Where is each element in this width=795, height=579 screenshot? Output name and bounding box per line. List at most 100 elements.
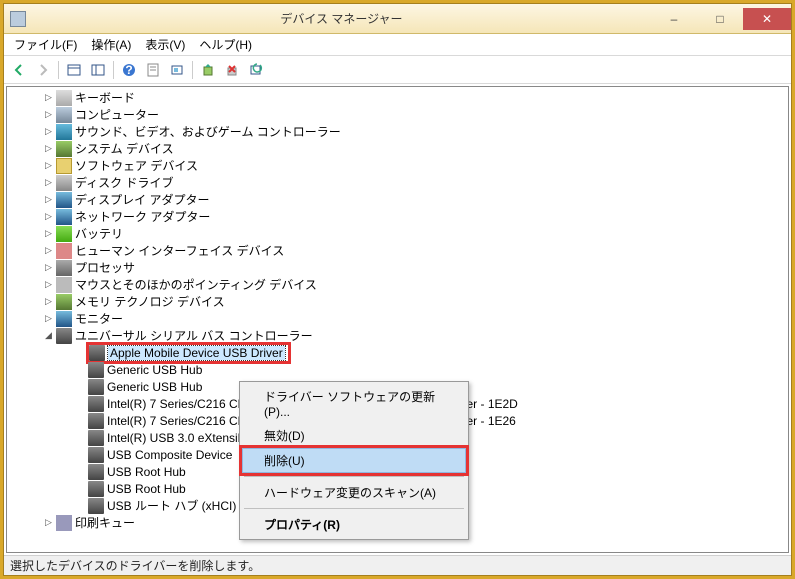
expand-icon[interactable]: ▷ <box>43 296 54 307</box>
tree-node[interactable]: ▷キーボード <box>7 89 788 106</box>
toolbar-scan-icon[interactable] <box>166 59 188 81</box>
tree-node[interactable]: ▷ バッテリ <box>7 225 788 242</box>
tree-node[interactable]: ▷ネットワーク アダプター <box>7 208 788 225</box>
no-expander <box>75 432 86 443</box>
expand-icon[interactable]: ▷ <box>43 262 54 273</box>
device-icon <box>88 430 104 446</box>
device-icon <box>56 158 72 174</box>
close-button[interactable]: ✕ <box>743 8 791 30</box>
context-update-driver[interactable]: ドライバー ソフトウェアの更新(P)... <box>242 384 466 423</box>
expand-icon[interactable]: ▷ <box>43 228 54 239</box>
device-icon <box>56 107 72 123</box>
device-icon <box>88 379 104 395</box>
tree-node-label: USB Root Hub <box>107 465 186 479</box>
tree-node[interactable]: ▷コンピューター <box>7 106 788 123</box>
expand-icon[interactable]: ▷ <box>43 126 54 137</box>
toolbar-detail-icon[interactable] <box>87 59 109 81</box>
tree-node[interactable]: ▷ システム デバイス <box>7 140 788 157</box>
tree-node-label: USB ルート ハブ (xHCI) <box>107 497 236 514</box>
context-delete[interactable]: 削除(U) <box>242 448 466 473</box>
maximize-button[interactable]: □ <box>697 8 743 30</box>
toolbar-separator <box>192 61 193 79</box>
tree-node-label: モニター <box>75 310 123 327</box>
tree-node-label: USB Root Hub <box>107 482 186 496</box>
tree-node-label: ユニバーサル シリアル バス コントローラー <box>75 327 313 344</box>
device-icon <box>56 277 72 293</box>
device-icon <box>56 209 72 225</box>
device-icon <box>56 90 72 106</box>
menu-help[interactable]: ヘルプ(H) <box>193 35 258 54</box>
tree-node-label: バッテリ <box>75 225 123 242</box>
expand-icon[interactable]: ▷ <box>43 160 54 171</box>
tree-node-label: 印刷キュー <box>75 514 135 531</box>
toolbar-back-icon[interactable] <box>8 59 30 81</box>
device-icon <box>88 413 104 429</box>
tree-node-label: メモリ テクノロジ デバイス <box>75 293 225 310</box>
titlebar: デバイス マネージャー – □ ✕ <box>4 4 791 34</box>
toolbar: ? <box>4 56 791 84</box>
tree-node-label: マウスとそのほかのポインティング デバイス <box>75 276 317 293</box>
toolbar-help-icon[interactable]: ? <box>118 59 140 81</box>
toolbar-forward-icon[interactable] <box>32 59 54 81</box>
toolbar-properties-icon[interactable] <box>142 59 164 81</box>
no-expander <box>75 449 86 460</box>
expand-icon[interactable]: ▷ <box>43 517 54 528</box>
tree-node[interactable]: ▷プロセッサ <box>7 259 788 276</box>
menu-view[interactable]: 表示(V) <box>139 35 191 54</box>
device-icon <box>56 260 72 276</box>
tree-node[interactable]: ▷ マウスとそのほかのポインティング デバイス <box>7 276 788 293</box>
expand-icon[interactable]: ▷ <box>43 313 54 324</box>
context-properties[interactable]: プロパティ(R) <box>242 512 466 537</box>
device-icon <box>56 243 72 259</box>
no-expander <box>75 415 86 426</box>
tree-node[interactable]: ▷ヒューマン インターフェイス デバイス <box>7 242 788 259</box>
expand-icon[interactable]: ▷ <box>43 109 54 120</box>
toolbar-uninstall-icon[interactable] <box>221 59 243 81</box>
no-expander <box>75 381 86 392</box>
highlighted-selection: Apple Mobile Device USB Driver <box>88 344 289 362</box>
app-icon <box>10 11 26 27</box>
tree-node[interactable]: Apple Mobile Device USB Driver <box>7 344 788 361</box>
context-separator <box>244 476 464 477</box>
expand-icon[interactable]: ▷ <box>43 211 54 222</box>
device-icon <box>88 396 104 412</box>
tree-node[interactable]: ▷ディスプレイ アダプター <box>7 191 788 208</box>
tree-node[interactable]: ▷ モニター <box>7 310 788 327</box>
tree-node[interactable]: ▷ ソフトウェア デバイス <box>7 157 788 174</box>
expand-icon[interactable]: ▷ <box>43 194 54 205</box>
tree-node-label: サウンド、ビデオ、およびゲーム コントローラー <box>75 123 341 140</box>
device-icon <box>88 362 104 378</box>
tree-node[interactable]: ▷ メモリ テクノロジ デバイス <box>7 293 788 310</box>
no-expander <box>75 364 86 375</box>
context-separator <box>244 508 464 509</box>
tree-node-label: システム デバイス <box>75 140 174 157</box>
context-scan-hardware[interactable]: ハードウェア変更のスキャン(A) <box>242 480 466 505</box>
collapse-icon[interactable]: ◢ <box>43 330 54 341</box>
device-icon <box>56 328 72 344</box>
toolbar-rescan-icon[interactable] <box>245 59 267 81</box>
toolbar-update-driver-icon[interactable] <box>197 59 219 81</box>
device-tree[interactable]: ▷キーボード▷コンピューター▷サウンド、ビデオ、およびゲーム コントローラー▷シ… <box>6 86 789 553</box>
device-icon <box>56 311 72 327</box>
tree-node-label: Generic USB Hub <box>107 380 202 394</box>
toolbar-separator <box>113 61 114 79</box>
expand-icon[interactable]: ▷ <box>43 143 54 154</box>
toolbar-separator <box>58 61 59 79</box>
toolbar-view-icon[interactable] <box>63 59 85 81</box>
device-icon <box>56 226 72 242</box>
tree-node[interactable]: Generic USB Hub <box>7 361 788 378</box>
device-icon <box>88 498 104 514</box>
tree-node[interactable]: ▷ディスク ドライブ <box>7 174 788 191</box>
menu-file[interactable]: ファイル(F) <box>8 35 83 54</box>
menu-action[interactable]: 操作(A) <box>85 35 137 54</box>
tree-node[interactable]: ◢ ユニバーサル シリアル バス コントローラー <box>7 327 788 344</box>
minimize-button[interactable]: – <box>651 8 697 30</box>
expand-icon[interactable]: ▷ <box>43 245 54 256</box>
device-icon <box>56 515 72 531</box>
context-disable[interactable]: 無効(D) <box>242 423 466 448</box>
expand-icon[interactable]: ▷ <box>43 92 54 103</box>
expand-icon[interactable]: ▷ <box>43 177 54 188</box>
tree-node[interactable]: ▷ サウンド、ビデオ、およびゲーム コントローラー <box>7 123 788 140</box>
tree-node-label: ソフトウェア デバイス <box>75 157 198 174</box>
expand-icon[interactable]: ▷ <box>43 279 54 290</box>
